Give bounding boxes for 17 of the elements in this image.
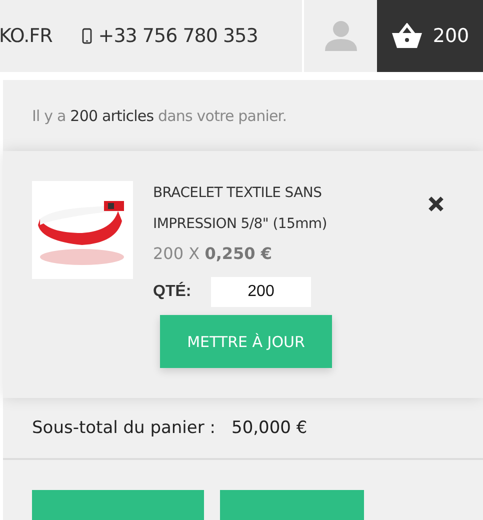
product-name[interactable]: BRACELET TEXTILE SANS IMPRESSION 5/8" (15mm): [153, 178, 383, 240]
user-icon: [324, 20, 358, 52]
close-icon[interactable]: [428, 196, 444, 212]
site-name: KO.FR: [0, 25, 52, 47]
phone-number[interactable]: +33 756 780 353: [98, 25, 258, 47]
subtotal-label: Sous-total du panier :: [32, 418, 216, 438]
cart-summary: Il y a 200 articles dans votre panier.: [31, 106, 288, 127]
unit-price: 0,250 €: [204, 244, 272, 263]
quantity-multiplier: 200 X: [153, 244, 200, 263]
quantity-field[interactable]: 200: [211, 277, 311, 307]
quantity-label: QTÉ:: [153, 283, 192, 301]
subtotal-value: 50,000 €: [232, 418, 308, 438]
phone-icon: [82, 28, 92, 44]
checkout-button[interactable]: [32, 490, 204, 520]
cart-link-button[interactable]: [220, 490, 364, 520]
basket-icon: [390, 23, 423, 49]
cart-button[interactable]: 200: [377, 0, 483, 72]
